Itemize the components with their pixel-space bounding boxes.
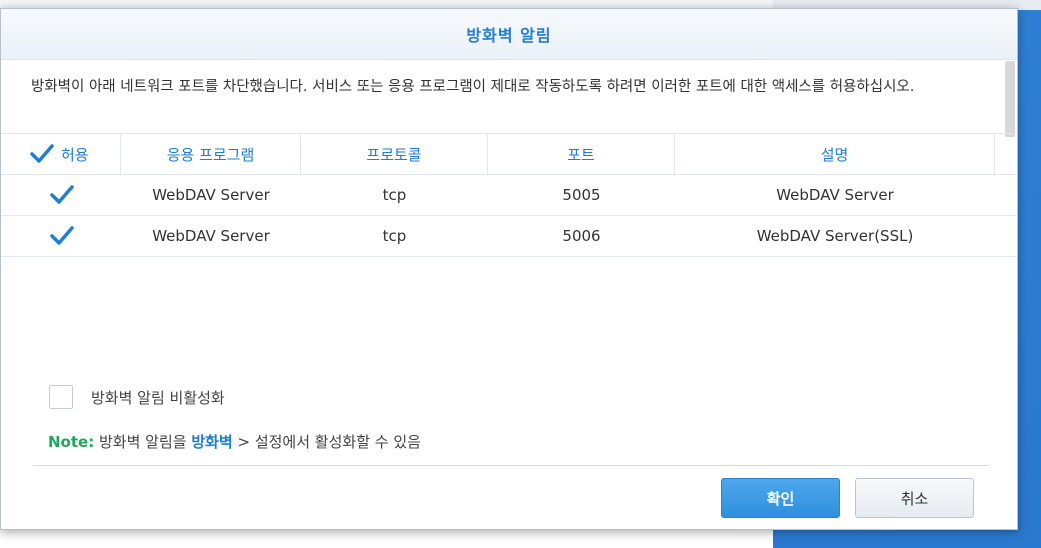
checkmark-icon (50, 226, 74, 245)
note-key: Note: (48, 433, 95, 451)
table-row[interactable]: WebDAV Server tcp 5006 WebDAV Server(SSL… (1, 216, 1017, 257)
firewall-link[interactable]: 방화벽 (191, 433, 232, 451)
checkmark-icon (30, 144, 54, 163)
firewall-alert-dialog: 방화벽 알림 방화벽이 아래 네트워크 포트를 차단했습니다. 서비스 또는 응… (0, 8, 1018, 530)
row-application: WebDAV Server (152, 186, 270, 204)
port-table: 허용 응용 프로그램 프로토콜 포트 설명 WebDAV Server tcp … (1, 133, 1017, 257)
header-port[interactable]: 포트 (488, 134, 675, 174)
row-port: 5005 (562, 186, 601, 204)
row-application: WebDAV Server (152, 227, 270, 245)
checkmark-icon (50, 185, 74, 204)
cancel-button[interactable]: 취소 (855, 478, 974, 518)
row-protocol: tcp (382, 227, 407, 245)
select-all-checkbox[interactable] (29, 141, 55, 167)
header-allow-label: 허용 (61, 145, 89, 164)
note-text-after: > 설정에서 활성화할 수 있음 (232, 433, 421, 451)
row-allow-checkbox[interactable] (49, 182, 75, 208)
disable-alert-label[interactable]: 방화벽 알림 비활성화 (91, 387, 225, 408)
scrollbar-thumb[interactable] (1005, 61, 1015, 137)
row-description: WebDAV Server(SSL) (756, 227, 914, 245)
note-text: Note: 방화벽 알림을 방화벽 > 설정에서 활성화할 수 있음 (48, 431, 421, 452)
header-protocol[interactable]: 프로토콜 (301, 134, 488, 174)
row-allow-checkbox[interactable] (49, 223, 75, 249)
header-description[interactable]: 설명 (675, 134, 995, 174)
dialog-description: 방화벽이 아래 네트워크 포트를 차단했습니다. 서비스 또는 응용 프로그램이… (31, 79, 915, 95)
footer-divider (33, 465, 989, 466)
row-port: 5006 (562, 227, 601, 245)
row-protocol: tcp (382, 186, 407, 204)
table-header-row: 허용 응용 프로그램 프로토콜 포트 설명 (1, 133, 1017, 175)
disable-alert-checkbox[interactable] (49, 385, 73, 409)
header-allow-cell[interactable]: 허용 (1, 134, 121, 174)
header-application[interactable]: 응용 프로그램 (121, 134, 301, 174)
ok-button[interactable]: 확인 (721, 478, 840, 518)
dialog-title-bar[interactable]: 방화벽 알림 (1, 9, 1017, 60)
row-description: WebDAV Server (776, 186, 894, 204)
note-text-before: 방화벽 알림을 (94, 433, 192, 451)
table-row[interactable]: WebDAV Server tcp 5005 WebDAV Server (1, 175, 1017, 216)
dialog-title: 방화벽 알림 (466, 26, 552, 45)
